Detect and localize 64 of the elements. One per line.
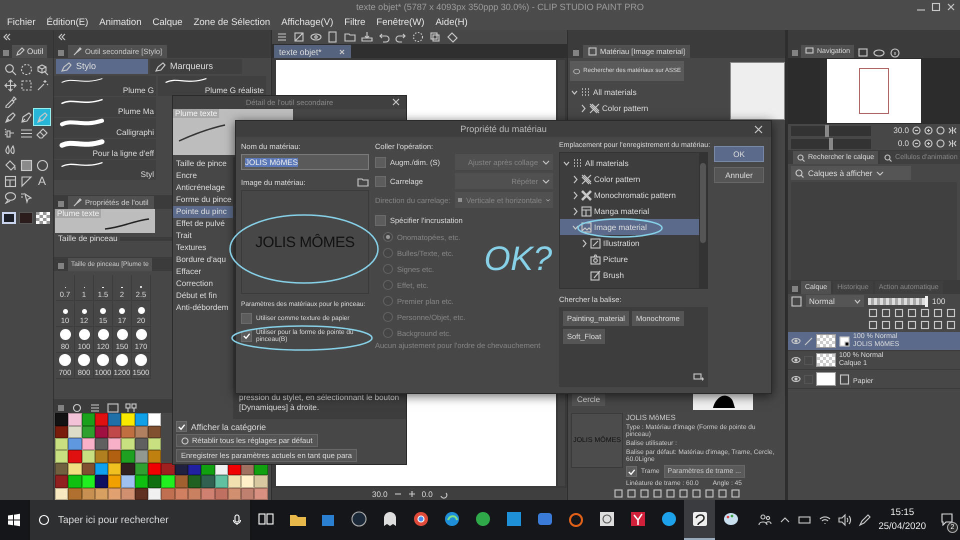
document-tab[interactable]: texte objet*: [274, 45, 351, 58]
category-item[interactable]: Anti-débordem: [173, 302, 233, 314]
dialog-button[interactable]: Annuler: [714, 167, 764, 183]
clock-date: 25/04/2020: [878, 520, 926, 534]
panel-tab[interactable]: Outil: [12, 45, 48, 58]
category-item[interactable]: Pointe du pinc: [173, 206, 233, 218]
search-field[interactable]: Taper ici pour rechercher: [30, 500, 250, 540]
subtool-preset[interactable]: Plume G réaliste: [158, 76, 266, 96]
tag-chip[interactable]: Cercle: [572, 393, 606, 406]
menu-item[interactable]: Aide(H): [435, 16, 468, 28]
category-item[interactable]: Effacer: [173, 266, 233, 278]
checkbox-label: Afficher la catégorie: [191, 422, 266, 432]
category-item[interactable]: Bordure d'aqu: [173, 254, 233, 266]
tool-group-tab[interactable]: Marqueurs: [150, 58, 242, 74]
blend-mode-dropdown[interactable]: Normal: [806, 295, 864, 307]
tree-item[interactable]: Manga material: [560, 203, 699, 219]
tree-item[interactable]: All materials: [560, 155, 699, 171]
tree-item[interactable]: Picture: [560, 251, 699, 267]
setting-label: Taille de pinceau: [58, 234, 118, 244]
name-field[interactable]: JOLIS MôMES: [241, 154, 369, 170]
category-item[interactable]: Effet de pulvé: [173, 218, 233, 230]
zoom-value: 30.0: [372, 490, 388, 498]
subtool-preset[interactable]: Plume Ma: [54, 96, 156, 117]
menu-item[interactable]: Filtre: [344, 16, 366, 28]
menu-item[interactable]: Animation: [99, 16, 142, 28]
category-item[interactable]: Taille de pince: [173, 158, 233, 170]
category-item[interactable]: Correction: [173, 278, 233, 290]
category-item[interactable]: Début et fin: [173, 290, 233, 302]
handwritten-note: OK?: [484, 239, 552, 279]
tree-item[interactable]: Monochromatic pattern: [560, 187, 699, 203]
menu-item[interactable]: Fenêtre(W): [376, 16, 424, 28]
tree-item[interactable]: Brush: [560, 267, 699, 283]
subtool-preset[interactable]: Pour la ligne d'eff: [54, 138, 156, 159]
subtool-preset[interactable]: Plume G: [54, 76, 156, 96]
tree-item[interactable]: Illustration: [560, 235, 699, 251]
dialog-button[interactable]: OK: [714, 146, 764, 162]
tree-item[interactable]: All materials: [568, 84, 686, 100]
category-item[interactable]: Textures: [173, 242, 233, 254]
category-item[interactable]: Trait: [173, 230, 233, 242]
tree-item[interactable]: Color pattern: [568, 100, 686, 116]
slider-value: 0.0: [898, 139, 909, 148]
menu-item[interactable]: Calque: [152, 16, 183, 28]
description-text: pression du stylet, en sélectionnant le bouton [Dynamiques] à droite.: [239, 393, 400, 413]
layer-filter-dropdown[interactable]: Calques à afficher: [791, 166, 911, 180]
dialog-title: Propriété du matériau: [460, 124, 547, 134]
window-title: texte objet* (5787 x 4093px 350ppp 30.0%) - CLIP STUDIO PAINT PRO: [356, 2, 644, 12]
category-item[interactable]: Forme du pince: [173, 194, 233, 206]
menu-item[interactable]: Fichier: [7, 16, 36, 28]
tree-item[interactable]: Color pattern: [560, 171, 699, 187]
preview-label: Plume texte: [173, 109, 220, 118]
angle-value: 0.0: [422, 490, 433, 498]
category-item[interactable]: Anticrénelage: [173, 182, 233, 194]
slider-value: 30.0: [893, 126, 909, 135]
subtool-preset[interactable]: Calligraphi: [54, 118, 156, 138]
tree-item[interactable]: Image material: [560, 219, 699, 235]
menu-item[interactable]: Affichage(V): [281, 16, 334, 28]
subtool-preset[interactable]: Styl: [54, 160, 156, 180]
clock-time: 15:15: [890, 506, 914, 520]
tool-button[interactable]: A: [34, 173, 50, 189]
opacity-value: 100: [932, 296, 946, 306]
menu-item[interactable]: Zone de Sélection: [194, 16, 270, 28]
tool-group-tab[interactable]: Stylo: [56, 58, 148, 74]
menu-item[interactable]: Édition(E): [46, 16, 88, 28]
category-item[interactable]: Encre: [173, 170, 233, 182]
